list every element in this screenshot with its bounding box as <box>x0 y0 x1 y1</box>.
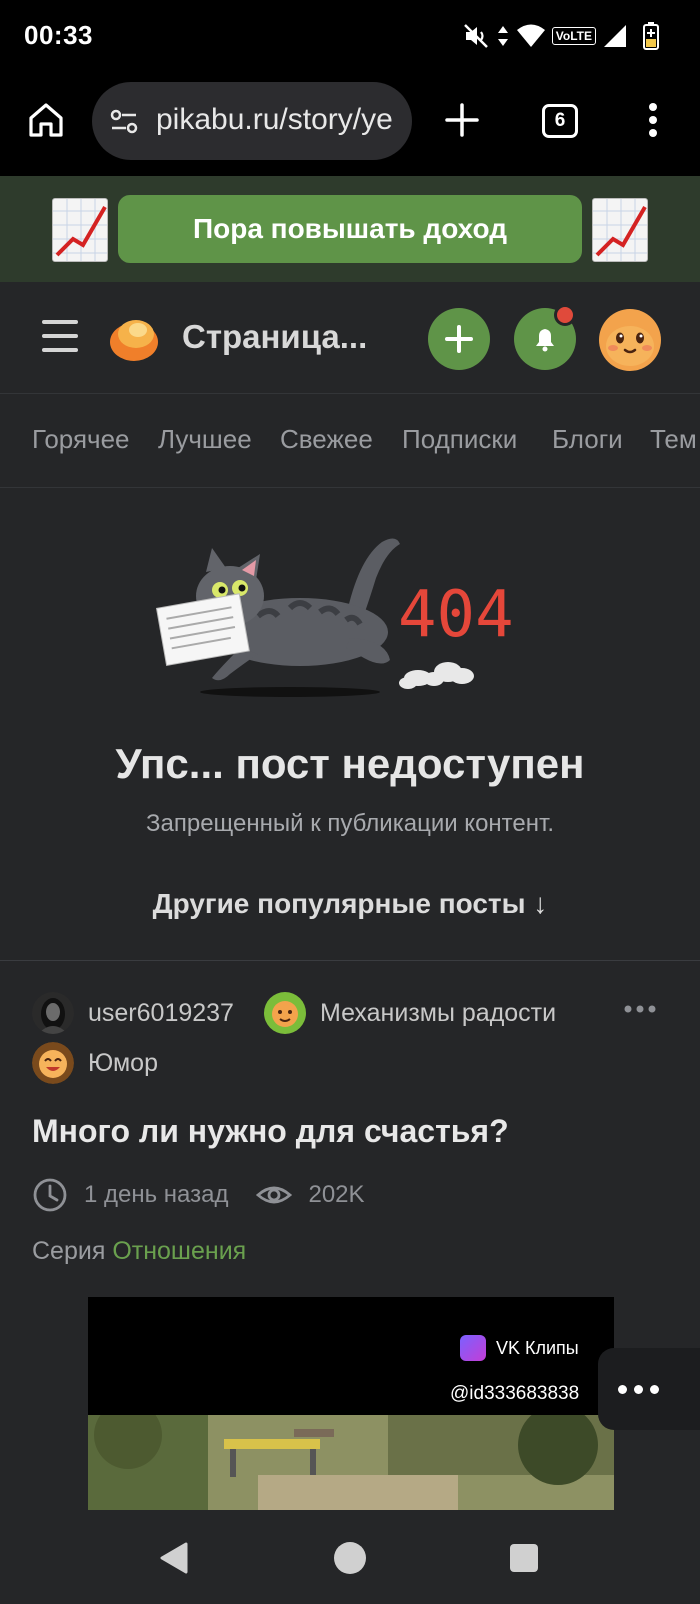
error-subtitle: Запрещенный к публикации контент. <box>146 810 554 837</box>
site-header: Страница... <box>0 282 700 394</box>
author-avatar[interactable] <box>32 992 74 1034</box>
tab-topics[interactable]: Тем <box>650 424 697 455</box>
plus-icon <box>445 325 473 353</box>
vk-clips-label: VK Клипы <box>460 1335 579 1361</box>
volte-icon: VoLTE <box>551 27 596 45</box>
post-time: 1 день назад <box>84 1181 229 1208</box>
tune-icon[interactable] <box>108 106 140 138</box>
mute-icon <box>463 24 488 48</box>
post-info: 1 день назад 202K <box>32 1175 365 1215</box>
video-user-id: @id333683838 <box>450 1383 580 1404</box>
section-tabs: Горячее Лучшее Свежее Подписки Блоги Тем <box>0 394 700 488</box>
ad-banner: Пора повышать доход <box>0 176 700 282</box>
post-community[interactable]: Механизмы радости <box>320 999 556 1028</box>
ad-cta-button[interactable]: Пора повышать доход <box>118 195 582 263</box>
user-avatar[interactable] <box>598 308 662 372</box>
page-title: Страница... <box>182 318 368 355</box>
status-bar: 00:33 VoLTE <box>0 0 700 72</box>
eye-icon <box>256 1186 293 1204</box>
battery-icon <box>643 22 659 50</box>
post-title[interactable]: Много ли нужно для счастья? <box>32 1113 509 1150</box>
home-circle-icon[interactable] <box>332 1540 368 1576</box>
video-thumbnail <box>88 1415 614 1511</box>
browser-toolbar: pikabu.ru/story/ye 6 <box>0 72 700 176</box>
vk-clips-icon <box>460 1335 486 1361</box>
community-avatar[interactable] <box>263 992 306 1034</box>
tab-blogs[interactable]: Блоги <box>552 424 623 455</box>
tag-avatar[interactable] <box>32 1042 74 1084</box>
notification-badge <box>554 304 576 326</box>
post-tag-row: Юмор <box>32 1041 188 1085</box>
plus-icon[interactable] <box>442 100 482 140</box>
post-tag[interactable]: Юмор <box>88 1049 158 1078</box>
error-title: Упс... пост недоступен <box>115 740 585 787</box>
create-post-button[interactable] <box>428 308 490 370</box>
home-icon[interactable] <box>26 100 66 140</box>
video-source: VK Клипы <box>496 1337 579 1358</box>
post-card: user6019237 Механизмы радости Юмор Много… <box>0 960 700 1511</box>
status-time: 00:33 <box>24 20 93 50</box>
clock-icon <box>33 1178 67 1212</box>
tab-switcher-button[interactable]: 6 <box>542 104 578 138</box>
chart-increasing-icon <box>52 198 108 262</box>
data-arrows-icon <box>497 26 508 46</box>
url-text: pikabu.ru/story/ye <box>156 103 393 136</box>
cat-404-illustration: 404 <box>155 538 514 697</box>
video-player[interactable]: VK Клипы @id333683838 <box>88 1297 614 1511</box>
post-series: Серия Отношения <box>32 1237 246 1266</box>
tab-best[interactable]: Лучшее <box>158 424 252 455</box>
back-icon[interactable] <box>156 1540 192 1576</box>
signal-icon <box>604 25 626 47</box>
post-author[interactable]: user6019237 <box>88 999 234 1028</box>
pikabu-logo[interactable] <box>108 312 160 364</box>
tab-hot[interactable]: Горячее <box>32 424 130 455</box>
post-views: 202K <box>308 1181 365 1208</box>
video-more-button[interactable] <box>598 1348 700 1430</box>
chart-increasing-icon <box>592 198 648 262</box>
tab-fresh[interactable]: Свежее <box>280 424 373 455</box>
more-vertical-icon[interactable] <box>638 100 668 140</box>
series-prefix: Серия <box>32 1237 106 1265</box>
more-horizontal-icon[interactable] <box>622 1003 658 1015</box>
error-code: 404 <box>398 578 514 652</box>
series-link[interactable]: Отношения <box>112 1237 246 1265</box>
recents-icon[interactable] <box>508 1542 540 1574</box>
menu-icon[interactable] <box>42 320 78 352</box>
tab-subscriptions[interactable]: Подписки <box>402 424 517 455</box>
error-section: 404 Упс... пост недоступен Запрещенный к… <box>0 488 700 960</box>
popular-posts-link[interactable]: Другие популярные посты ↓ <box>0 888 700 920</box>
post-meta: user6019237 Механизмы радости <box>32 991 556 1035</box>
address-bar[interactable]: pikabu.ru/story/ye <box>92 82 412 160</box>
wifi-icon <box>516 24 545 47</box>
status-icons: VoLTE <box>462 18 660 54</box>
system-nav-bar <box>0 1510 700 1604</box>
